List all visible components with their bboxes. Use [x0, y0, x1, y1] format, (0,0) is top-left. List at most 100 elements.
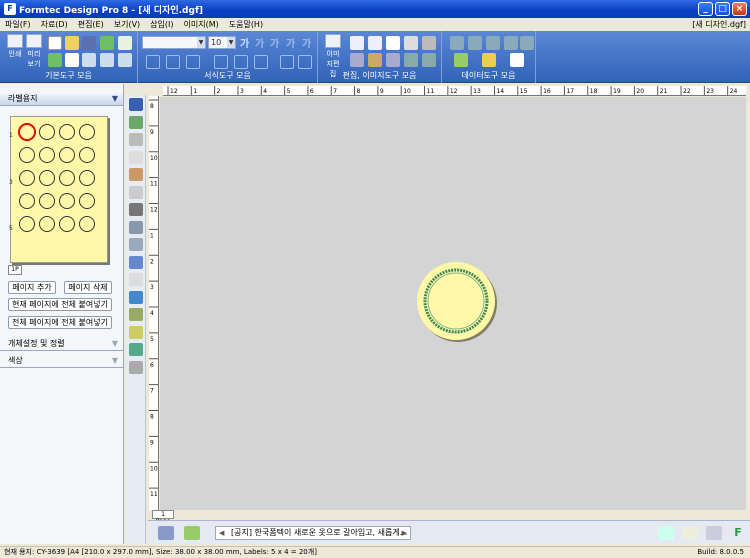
label-cell[interactable]: [19, 216, 35, 232]
barcode-tool-icon[interactable]: [129, 185, 143, 199]
undo-icon[interactable]: [368, 53, 382, 67]
print-button[interactable]: 인쇄: [6, 34, 24, 64]
minimize-button[interactable]: _: [698, 2, 713, 16]
select-tool-icon[interactable]: [129, 98, 143, 111]
label-object[interactable]: [160, 97, 746, 510]
refresh-icon[interactable]: [658, 526, 674, 540]
next-arrow-icon[interactable]: ▶: [402, 527, 407, 539]
valign-middle-icon[interactable]: [234, 55, 248, 69]
gradient-tool-icon[interactable]: [129, 290, 143, 304]
maximize-button[interactable]: □: [715, 2, 730, 16]
outdent-icon[interactable]: [298, 55, 312, 69]
import-icon[interactable]: [48, 53, 62, 67]
label-cell[interactable]: [19, 193, 35, 209]
data-sort-icon[interactable]: [504, 36, 518, 50]
label-sheet-preview[interactable]: [10, 116, 108, 263]
text-box-tool-icon[interactable]: [129, 133, 143, 146]
menu-data[interactable]: 자료(D): [36, 19, 73, 30]
label-cell[interactable]: [79, 124, 95, 140]
label-cell[interactable]: [19, 170, 35, 186]
label-paper-header[interactable]: 라벨용지 ▼: [0, 92, 123, 106]
indent-icon[interactable]: [280, 55, 294, 69]
label-cell[interactable]: [59, 147, 75, 163]
prev-arrow-icon[interactable]: ◀: [219, 527, 224, 539]
image-edit-button[interactable]: 이미지편집: [324, 34, 342, 78]
data-filter-icon[interactable]: [486, 36, 500, 50]
label-cell[interactable]: [59, 124, 75, 140]
label-cell[interactable]: [18, 123, 36, 141]
data-icon[interactable]: [450, 36, 464, 50]
delete-icon[interactable]: [422, 36, 436, 50]
label-cell[interactable]: [39, 170, 55, 186]
notice-ticker[interactable]: ◀ [공지] 한국폼텍이 새로운 옷으로 갈아입고, 새롭게... ▶: [215, 526, 411, 540]
edit-note-icon[interactable]: [682, 526, 698, 540]
paste-current-page-button[interactable]: 현재 페이지에 전체 붙여넣기: [8, 298, 112, 311]
formtec-logo-icon[interactable]: F: [730, 526, 746, 540]
menu-file[interactable]: 파일(F): [0, 19, 36, 30]
label-cell[interactable]: [39, 147, 55, 163]
paste-icon[interactable]: [368, 36, 382, 50]
redo-icon[interactable]: [386, 53, 400, 67]
clipart-tool-icon[interactable]: [129, 343, 143, 356]
canvas-page-tab[interactable]: 1 Page: [152, 510, 174, 525]
object-settings-section[interactable]: 개체설정 및 정렬 ▼: [0, 337, 123, 351]
template-icon[interactable]: [118, 36, 132, 50]
clipboard-icon[interactable]: [404, 36, 418, 50]
menu-view[interactable]: 보기(V): [109, 19, 145, 30]
add-page-button[interactable]: 페이지 추가: [8, 281, 56, 294]
label-cell[interactable]: [39, 124, 55, 140]
delete-page-button[interactable]: 페이지 삭제: [64, 281, 112, 294]
data-table-icon[interactable]: [454, 53, 468, 67]
strike-button[interactable]: 가: [286, 35, 295, 50]
italic-button[interactable]: 가: [255, 35, 264, 50]
table-tool-icon[interactable]: [129, 273, 143, 286]
mail-icon[interactable]: [65, 53, 79, 67]
image-icon[interactable]: [184, 526, 200, 540]
underline-button[interactable]: 가: [270, 35, 279, 50]
bold-button[interactable]: 가: [240, 35, 249, 50]
flip-v-icon[interactable]: [422, 53, 436, 67]
draw-tool-icon[interactable]: [129, 168, 143, 181]
label-cell[interactable]: [39, 193, 55, 209]
menu-insert[interactable]: 삽입(I): [145, 19, 178, 30]
rotate-icon[interactable]: [350, 53, 364, 67]
barcode2-tool-icon[interactable]: [129, 203, 143, 216]
new-doc-icon[interactable]: [48, 36, 62, 50]
menu-help[interactable]: 도움말(H): [224, 19, 268, 30]
menu-image[interactable]: 이미지(M): [179, 19, 224, 30]
label-cell[interactable]: [59, 170, 75, 186]
paste-all-pages-button[interactable]: 전체 페이지에 전체 붙여넣기: [8, 316, 112, 329]
valign-bottom-icon[interactable]: [254, 55, 268, 69]
label-cell[interactable]: [79, 147, 95, 163]
zoom-fit-icon[interactable]: [118, 53, 132, 67]
align-center-icon[interactable]: [166, 55, 180, 69]
close-button[interactable]: ×: [732, 2, 747, 16]
cut-icon[interactable]: [386, 36, 400, 50]
label-cell[interactable]: [39, 216, 55, 232]
text-tool-icon[interactable]: [129, 150, 143, 164]
design-canvas[interactable]: [160, 97, 746, 510]
font-size-combo[interactable]: 10 ▼: [208, 36, 236, 49]
data-search-icon[interactable]: [510, 53, 524, 67]
image-tool-icon[interactable]: [129, 115, 143, 129]
color-section[interactable]: 색상 ▼: [0, 354, 123, 368]
label-cell[interactable]: [59, 216, 75, 232]
photo-tool-icon[interactable]: [129, 325, 143, 339]
label-cell[interactable]: [59, 193, 75, 209]
label-cell[interactable]: [79, 216, 95, 232]
preview-button[interactable]: 미리보기: [25, 34, 43, 68]
data-folder-icon[interactable]: [482, 53, 496, 67]
align-right-icon[interactable]: [186, 55, 200, 69]
zoom-out-icon[interactable]: [100, 53, 114, 67]
line-tool-icon[interactable]: [129, 238, 143, 251]
font-combo[interactable]: ▼: [142, 36, 206, 49]
align-left-icon[interactable]: [146, 55, 160, 69]
label-cell[interactable]: [19, 147, 35, 163]
shape-tool-icon[interactable]: [129, 255, 143, 269]
label-cell[interactable]: [79, 193, 95, 209]
stamp-tool-icon[interactable]: [129, 360, 143, 374]
zoom-in-icon[interactable]: [82, 53, 96, 67]
barcode3-tool-icon[interactable]: [129, 220, 143, 234]
copy-icon[interactable]: [350, 36, 364, 50]
shadow-button[interactable]: 가: [302, 35, 311, 50]
